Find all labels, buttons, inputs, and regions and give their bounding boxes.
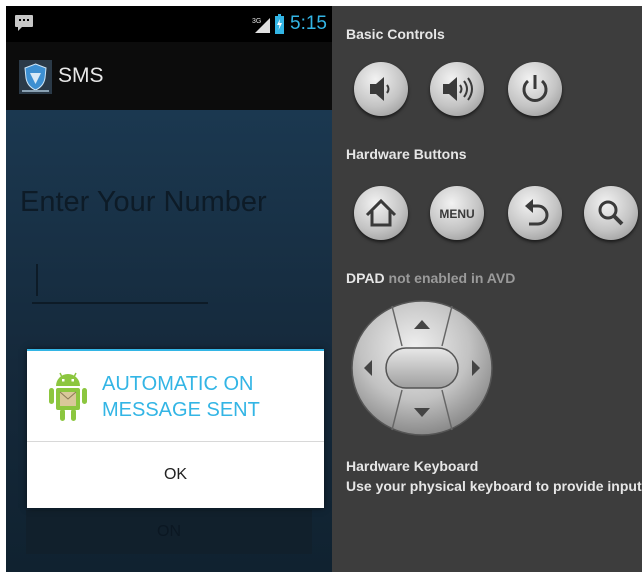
dpad-control[interactable]	[350, 298, 494, 438]
volume-up-button[interactable]	[430, 62, 484, 116]
dialog-title: AUTOMATIC ON MESSAGE SENT	[102, 373, 260, 421]
volume-down-icon	[370, 77, 390, 101]
hardware-keyboard-label: Hardware Keyboard	[346, 458, 479, 474]
android-icon	[49, 372, 87, 421]
signal-strength-icon: 3G	[252, 18, 270, 33]
home-icon	[365, 198, 397, 227]
power-icon	[522, 75, 548, 102]
dpad-label-bold: DPAD	[346, 270, 385, 286]
home-button[interactable]	[354, 186, 408, 240]
enter-number-label: Enter Your Number	[20, 186, 267, 218]
menu-button-face: MENU	[439, 207, 474, 221]
status-bar: 3G 5:15	[6, 6, 332, 42]
action-bar: SMS	[6, 42, 332, 110]
phone-screen: 3G 5:15 SMS Enter Your Number ON AUTOMAT…	[6, 6, 332, 572]
search-button[interactable]	[584, 186, 638, 240]
app-title: SMS	[58, 64, 104, 87]
volume-down-button[interactable]	[354, 62, 408, 116]
battery-icon	[275, 14, 284, 34]
shield-logo-icon[interactable]	[19, 60, 52, 94]
menu-button[interactable]: MENU	[430, 186, 484, 240]
input-underline	[32, 302, 208, 304]
on-button[interactable]: ON	[26, 510, 312, 554]
dialog-accent-line	[27, 349, 324, 351]
menu-button-label: MENU	[439, 207, 474, 221]
message-notification-icon	[15, 15, 33, 31]
search-icon	[598, 200, 624, 226]
back-icon	[525, 199, 549, 226]
network-type-label: 3G	[252, 18, 261, 25]
ok-button[interactable]: OK	[27, 442, 324, 508]
back-button[interactable]	[508, 186, 562, 240]
dpad-label: DPAD not enabled in AVD	[346, 270, 515, 286]
hardware-keyboard-hint: Use your physical keyboard to provide in…	[346, 478, 642, 494]
power-button[interactable]	[508, 62, 562, 116]
text-cursor	[36, 264, 38, 296]
volume-up-icon	[443, 77, 473, 101]
basic-controls-label: Basic Controls	[346, 26, 445, 42]
dpad-label-status: not enabled in AVD	[388, 270, 516, 286]
phone-number-input[interactable]	[32, 260, 208, 304]
status-clock: 5:15	[290, 13, 327, 34]
alert-dialog: AUTOMATIC ON MESSAGE SENT OK	[27, 349, 324, 508]
hardware-buttons-label: Hardware Buttons	[346, 146, 467, 162]
emulator-control-panel: Basic Controls Hardware Buttons MENU DPA…	[332, 6, 642, 572]
dpad-center-button	[385, 347, 459, 389]
